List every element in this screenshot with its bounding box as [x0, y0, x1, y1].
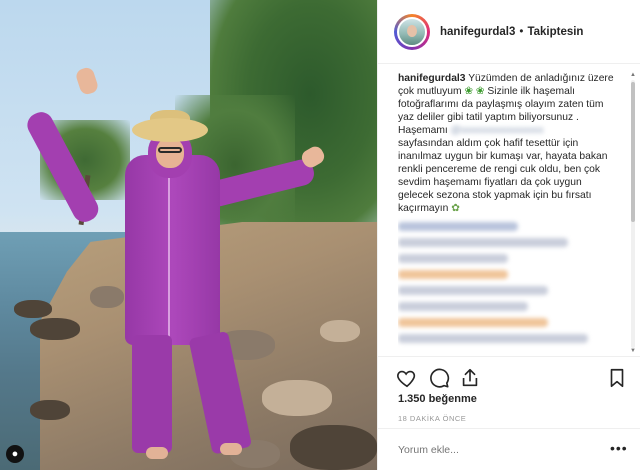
bookmark-icon[interactable] [606, 367, 628, 389]
rock [30, 400, 70, 420]
blurred-comment [398, 222, 518, 231]
likes-count[interactable]: 1.350 beğenme [398, 393, 477, 405]
legs [132, 330, 253, 459]
blurred-comment [398, 318, 548, 327]
blurred-comment [398, 270, 508, 279]
blurred-handle-link[interactable]: @xxxxxxxxxxxxxxxx [451, 125, 544, 136]
scroll-down-arrow-icon[interactable]: ▼ [630, 348, 636, 354]
post-timestamp[interactable]: 18 DAKİKA ÖNCE [398, 414, 466, 423]
zipper [168, 170, 170, 340]
blurred-comments [398, 222, 620, 343]
comment-box: ••• [378, 428, 640, 470]
leaf-emoji-icon: ❀ [475, 86, 485, 97]
blurred-comment [398, 286, 548, 295]
separator-dot: • [519, 25, 524, 38]
foot [220, 443, 242, 455]
swimsuit-top [125, 155, 220, 345]
scroll-up-arrow-icon[interactable]: ▲ [630, 72, 636, 78]
heart-icon[interactable] [396, 367, 418, 389]
caption-username[interactable]: hanifegurdal3 [398, 73, 466, 84]
leg [188, 330, 253, 455]
comment-icon[interactable] [428, 367, 450, 389]
left-hand [74, 65, 100, 97]
share-icon[interactable] [459, 367, 481, 389]
caption: hanifegurdal3 Yüzümden de anladığınız üz… [398, 72, 620, 357]
avatar[interactable] [397, 16, 427, 47]
caption-text-4: sayfasından aldım çok hafif tesettür içi… [398, 138, 608, 214]
avatar-story-ring[interactable] [394, 13, 430, 50]
post-header: hanifegurdal3 • Takiptesin [378, 0, 640, 64]
header-username[interactable]: hanifegurdal3 [440, 26, 515, 38]
follow-status-button[interactable]: Takiptesin [527, 26, 583, 38]
action-bar [378, 356, 640, 396]
caption-text-3: Haşemamı [398, 125, 448, 136]
blurred-comment [398, 302, 528, 311]
sunglasses [158, 147, 182, 153]
straw-hat [132, 118, 208, 142]
flower-emoji-icon: ✿ [451, 203, 460, 214]
post-photo[interactable]: ● [0, 0, 377, 470]
leaf-emoji-icon: ❀ [464, 86, 474, 97]
person [23, 60, 330, 470]
scroll-thumb[interactable] [631, 82, 635, 222]
rock [14, 300, 52, 318]
user-tag-icon[interactable]: ● [6, 445, 24, 463]
more-options-icon[interactable]: ••• [610, 440, 628, 456]
leg [132, 335, 172, 453]
blurred-comment [398, 238, 568, 247]
post-side-panel: hanifegurdal3 • Takiptesin hanifegurdal3… [377, 0, 640, 470]
blurred-comment [398, 334, 588, 343]
comment-input[interactable] [398, 444, 598, 456]
caption-scrollbar[interactable]: ▲ ▼ [630, 72, 636, 354]
right-arm [203, 157, 317, 209]
face [156, 138, 184, 168]
blurred-comment [398, 254, 508, 263]
foot [146, 447, 168, 459]
